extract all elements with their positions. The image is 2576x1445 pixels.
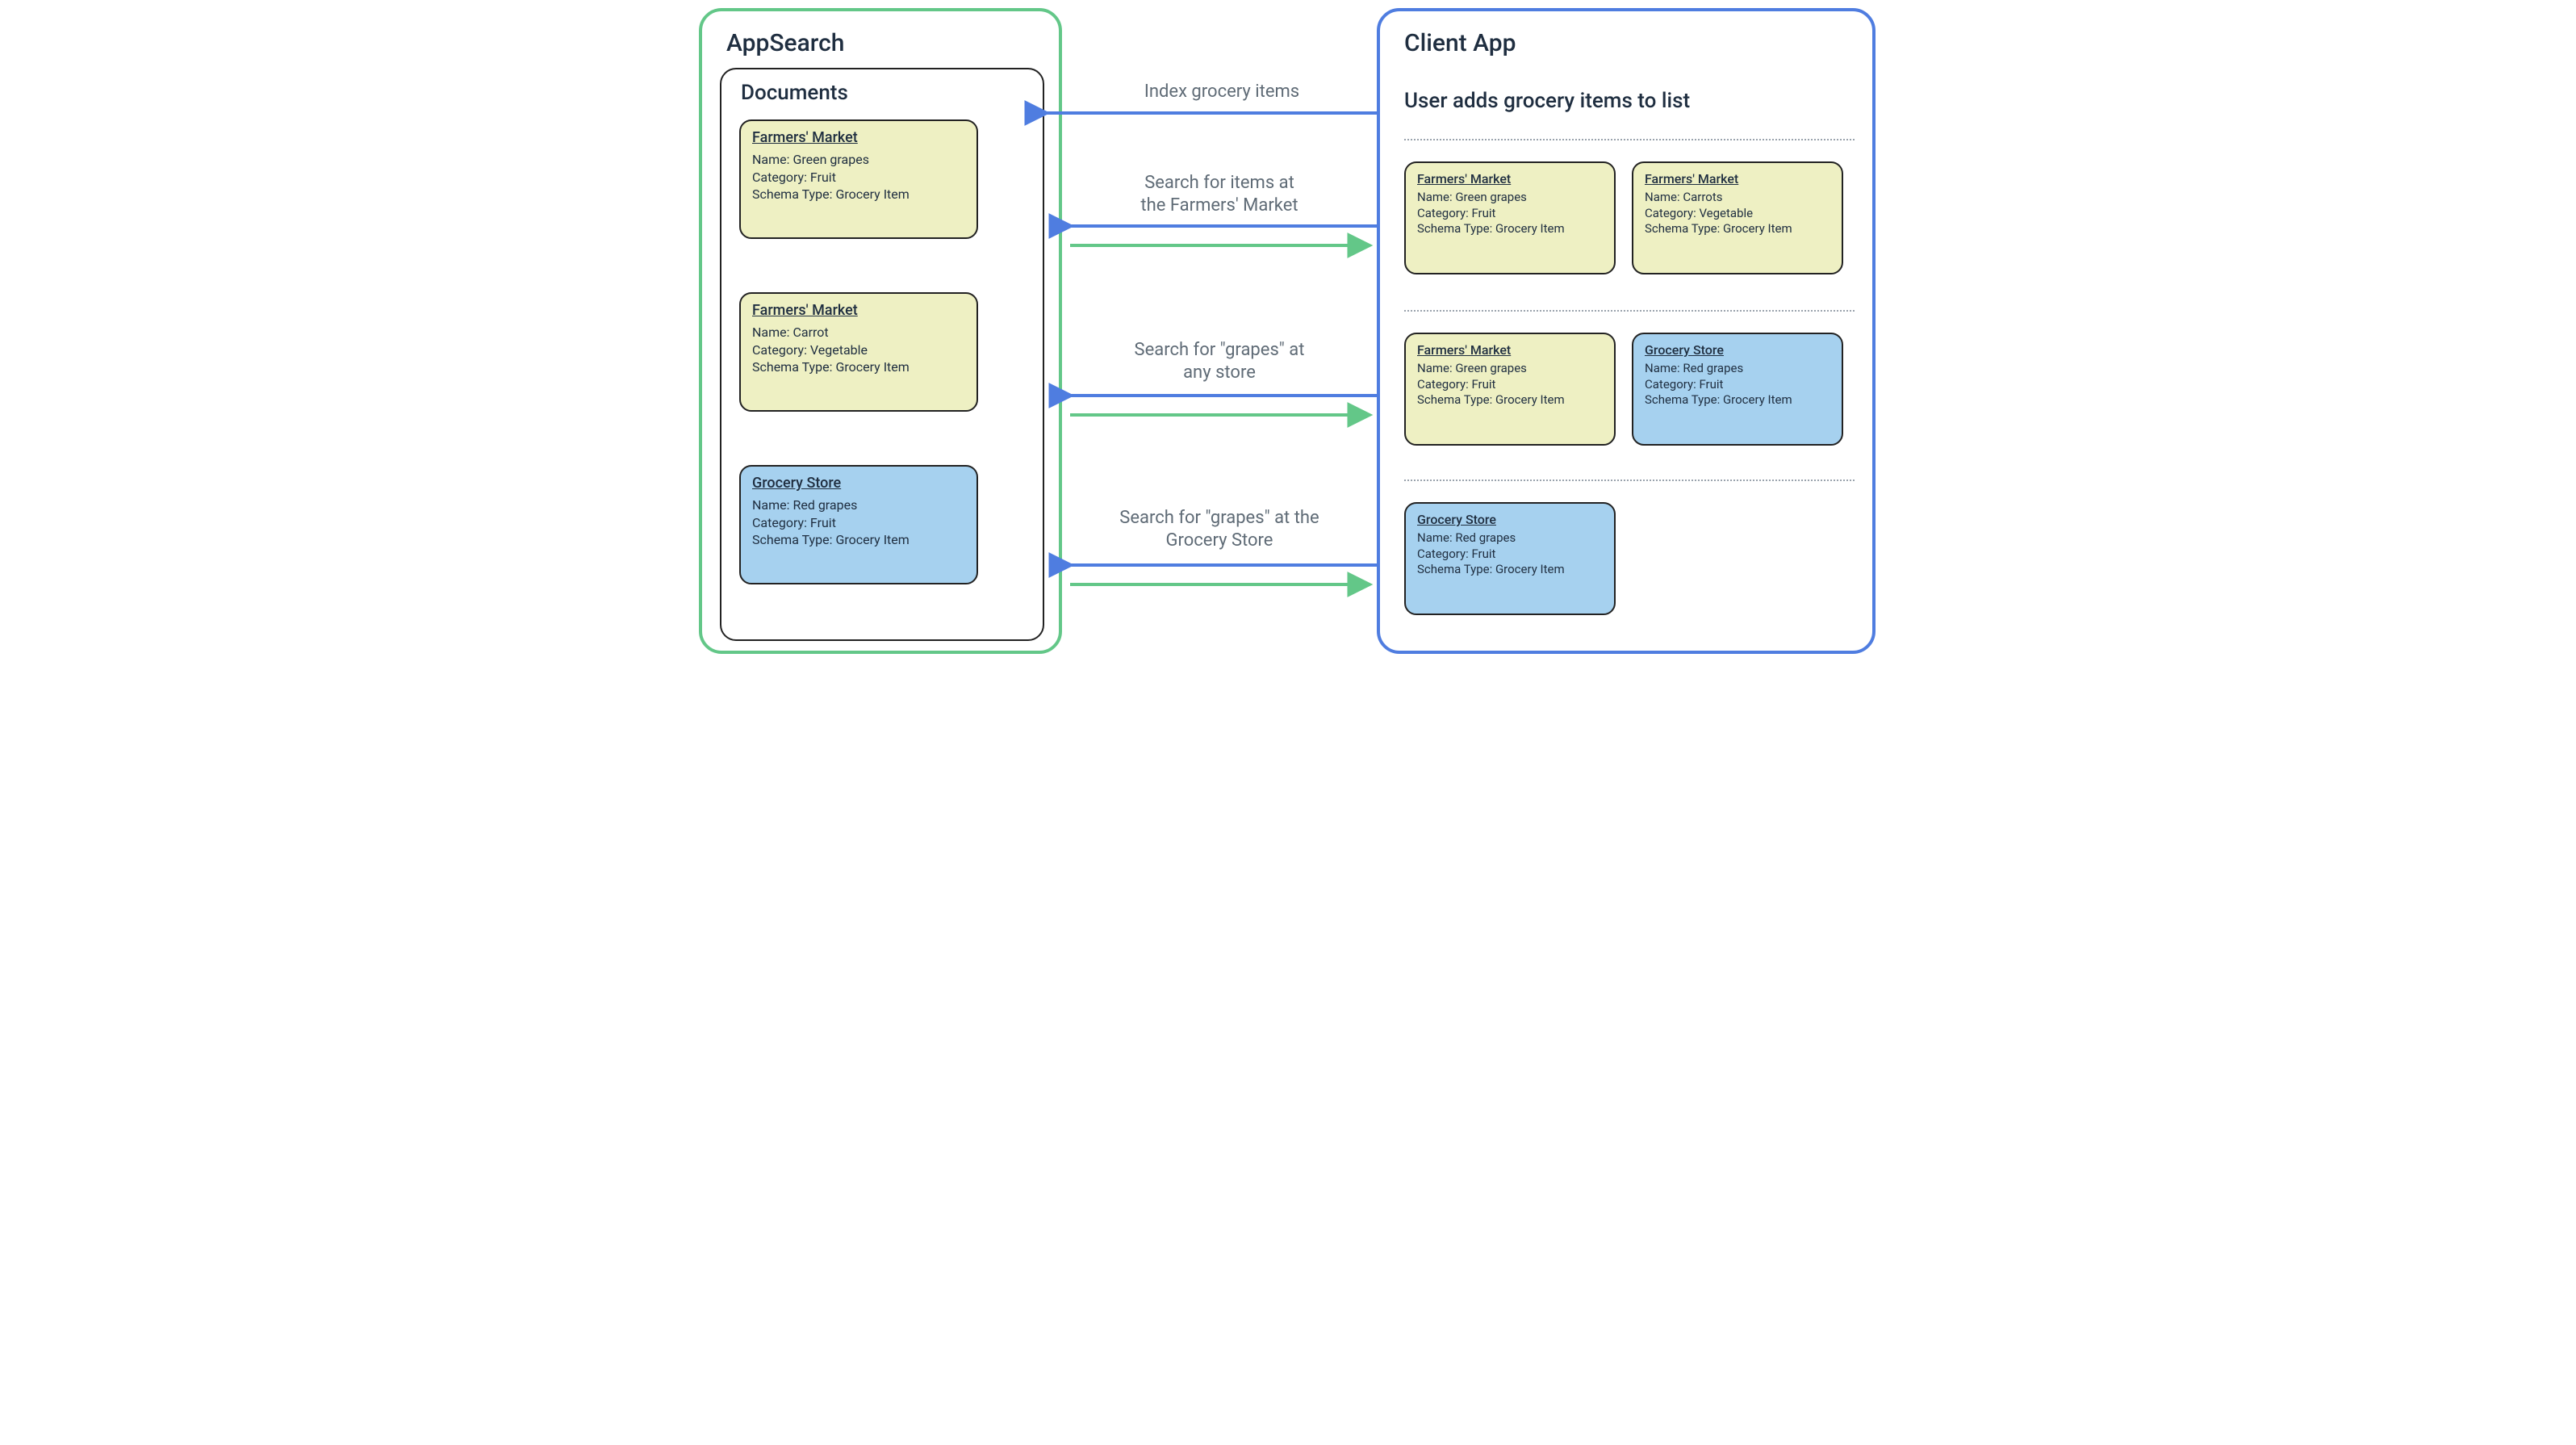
doc-store: Grocery Store	[752, 475, 965, 492]
client-title: Client App	[1404, 29, 1516, 57]
arrow-label-index: Index grocery items	[1109, 81, 1335, 103]
doc-schema: Schema Type: Grocery Item	[752, 531, 965, 549]
doc-name: Name: Green grapes	[752, 151, 965, 169]
client-card: Grocery Store Name: Red grapes Category:…	[1404, 502, 1616, 615]
client-card-category: Category: Fruit	[1417, 206, 1603, 222]
client-card: Farmers' Market Name: Green grapes Categ…	[1404, 333, 1616, 446]
client-card-name: Name: Green grapes	[1417, 361, 1603, 377]
dotted-divider	[1404, 139, 1855, 140]
client-card-store: Farmers' Market	[1417, 342, 1603, 358]
client-card: Grocery Store Name: Red grapes Category:…	[1632, 333, 1843, 446]
documents-title: Documents	[741, 81, 848, 105]
client-card-name: Name: Red grapes	[1417, 530, 1603, 547]
appsearch-title: AppSearch	[726, 29, 844, 57]
diagram-canvas: AppSearch Documents Farmers' Market Name…	[691, 0, 1885, 670]
arrow-label-any: Search for "grapes" at any store	[1094, 339, 1344, 383]
client-card-schema: Schema Type: Grocery Item	[1645, 392, 1830, 408]
doc-category: Category: Fruit	[752, 514, 965, 532]
dotted-divider	[1404, 480, 1855, 481]
doc-card: Grocery Store Name: Red grapes Category:…	[739, 465, 978, 584]
client-card: Farmers' Market Name: Carrots Category: …	[1632, 161, 1843, 274]
doc-store: Farmers' Market	[752, 129, 965, 146]
client-card-name: Name: Red grapes	[1645, 361, 1830, 377]
client-card: Farmers' Market Name: Green grapes Categ…	[1404, 161, 1616, 274]
documents-box: Documents Farmers' Market Name: Green gr…	[720, 68, 1044, 641]
client-card-schema: Schema Type: Grocery Item	[1417, 221, 1603, 237]
client-panel: Client App User adds grocery items to li…	[1377, 8, 1876, 654]
doc-card: Farmers' Market Name: Green grapes Categ…	[739, 119, 978, 239]
client-card-category: Category: Fruit	[1645, 377, 1830, 393]
doc-category: Category: Vegetable	[752, 341, 965, 359]
doc-name: Name: Carrot	[752, 324, 965, 341]
client-card-category: Category: Fruit	[1417, 547, 1603, 563]
client-card-schema: Schema Type: Grocery Item	[1417, 562, 1603, 578]
doc-store: Farmers' Market	[752, 302, 965, 319]
doc-card: Farmers' Market Name: Carrot Category: V…	[739, 292, 978, 412]
doc-name: Name: Red grapes	[752, 496, 965, 514]
client-card-store: Farmers' Market	[1417, 171, 1603, 186]
client-card-store: Farmers' Market	[1645, 171, 1830, 186]
doc-schema: Schema Type: Grocery Item	[752, 186, 965, 203]
appsearch-panel: AppSearch Documents Farmers' Market Name…	[699, 8, 1062, 654]
doc-schema: Schema Type: Grocery Item	[752, 358, 965, 376]
client-card-schema: Schema Type: Grocery Item	[1645, 221, 1830, 237]
dotted-divider	[1404, 310, 1855, 312]
client-card-schema: Schema Type: Grocery Item	[1417, 392, 1603, 408]
client-card-store: Grocery Store	[1417, 512, 1603, 527]
client-card-name: Name: Green grapes	[1417, 190, 1603, 206]
client-card-name: Name: Carrots	[1645, 190, 1830, 206]
client-card-category: Category: Vegetable	[1645, 206, 1830, 222]
arrow-label-grocery: Search for "grapes" at the Grocery Store	[1086, 507, 1353, 551]
arrow-label-farmers: Search for items at the Farmers' Market	[1094, 172, 1344, 216]
client-card-store: Grocery Store	[1645, 342, 1830, 358]
client-card-category: Category: Fruit	[1417, 377, 1603, 393]
client-subtitle: User adds grocery items to list	[1404, 89, 1690, 113]
doc-category: Category: Fruit	[752, 169, 965, 186]
